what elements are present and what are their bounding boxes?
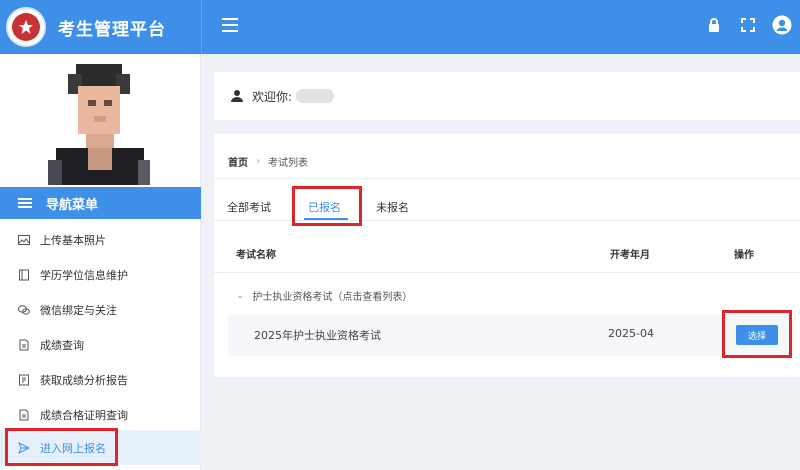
app-title: 考生管理平台	[58, 19, 166, 40]
username-masked	[296, 89, 335, 103]
nav-menu-title: 导航菜单	[46, 197, 99, 213]
book-icon	[18, 269, 30, 281]
menu-icon[interactable]	[222, 18, 238, 32]
column-header-exam-date: 开考年月	[610, 250, 650, 261]
select-button[interactable]: 选择	[736, 325, 778, 345]
sidebar-item-wechat[interactable]: 微信绑定与关注	[0, 292, 201, 327]
chevron-down-icon: ⌄	[236, 290, 245, 301]
fullscreen-icon[interactable]	[738, 15, 758, 35]
welcome-card: 欢迎你:	[214, 72, 800, 120]
sidebar-item-label: 学历学位信息维护	[40, 268, 128, 282]
sidebar-item-label: 微信绑定与关注	[40, 303, 117, 317]
tab-unregistered[interactable]: 未报名	[376, 199, 409, 215]
sidebar-item-online-registration[interactable]: 进入网上报名	[0, 430, 201, 465]
column-header-exam-name: 考试名称	[236, 250, 276, 261]
exam-group-label: 护士执业资格考试（点击查看列表）	[252, 292, 413, 303]
sidebar-item-certificate-query[interactable]: 成绩合格证明查询	[0, 397, 201, 432]
send-icon	[18, 441, 30, 454]
image-icon	[18, 234, 30, 246]
nav-menu-header: 导航菜单	[0, 187, 201, 219]
avatar	[48, 60, 150, 185]
sidebar-item-score-report[interactable]: 获取成绩分析报告	[0, 362, 201, 397]
divider	[214, 220, 800, 221]
lock-icon[interactable]	[704, 15, 724, 35]
breadcrumb-home[interactable]: 首页	[228, 154, 248, 169]
chevron-right-icon: ›	[256, 156, 260, 167]
sidebar-item-score-query[interactable]: 成绩查询	[0, 327, 201, 362]
exam-date-cell: 2025-04	[608, 327, 654, 340]
breadcrumb-current: 考试列表	[268, 158, 308, 169]
exam-name-cell: 2025年护士执业资格考试	[254, 329, 381, 342]
list-icon	[18, 198, 32, 208]
user-icon[interactable]	[772, 15, 792, 35]
exam-group-row[interactable]: ⌄ 护士执业资格考试（点击查看列表）	[236, 288, 412, 303]
divider	[214, 178, 800, 179]
sidebar-item-label: 成绩合格证明查询	[40, 408, 128, 422]
column-header-action: 操作	[734, 250, 754, 261]
sidebar-item-label: 上传基本照片	[40, 233, 106, 247]
welcome-text: 欢迎你:	[252, 89, 293, 104]
tab-registered[interactable]: 已报名	[308, 199, 341, 215]
divider	[214, 272, 800, 273]
sidebar-item-label: 成绩查询	[40, 338, 84, 352]
person-icon	[231, 90, 243, 102]
sidebar: 导航菜单 上传基本照片 学历学位信息维护 微信绑定与关注 成绩查询 获取成绩分析…	[0, 54, 201, 470]
breadcrumb: 首页 › 考试列表	[228, 154, 308, 169]
tab-all-exams[interactable]: 全部考试	[227, 199, 271, 215]
brand-area: 考生管理平台	[0, 0, 201, 54]
document-icon	[18, 339, 30, 351]
top-bar	[201, 0, 800, 54]
wechat-icon	[18, 304, 30, 316]
sidebar-item-upload-photo[interactable]: 上传基本照片	[0, 222, 201, 257]
document-icon	[18, 409, 30, 421]
report-icon	[18, 374, 30, 386]
exam-list-card: 首页 › 考试列表 全部考试 已报名 未报名 考试名称 开考年月 操作 ⌄ 护士…	[214, 134, 800, 377]
sidebar-item-degree-info[interactable]: 学历学位信息维护	[0, 257, 201, 292]
sidebar-item-label: 获取成绩分析报告	[40, 373, 128, 387]
sidebar-item-label: 进入网上报名	[40, 441, 106, 455]
school-seal-logo	[6, 7, 46, 47]
